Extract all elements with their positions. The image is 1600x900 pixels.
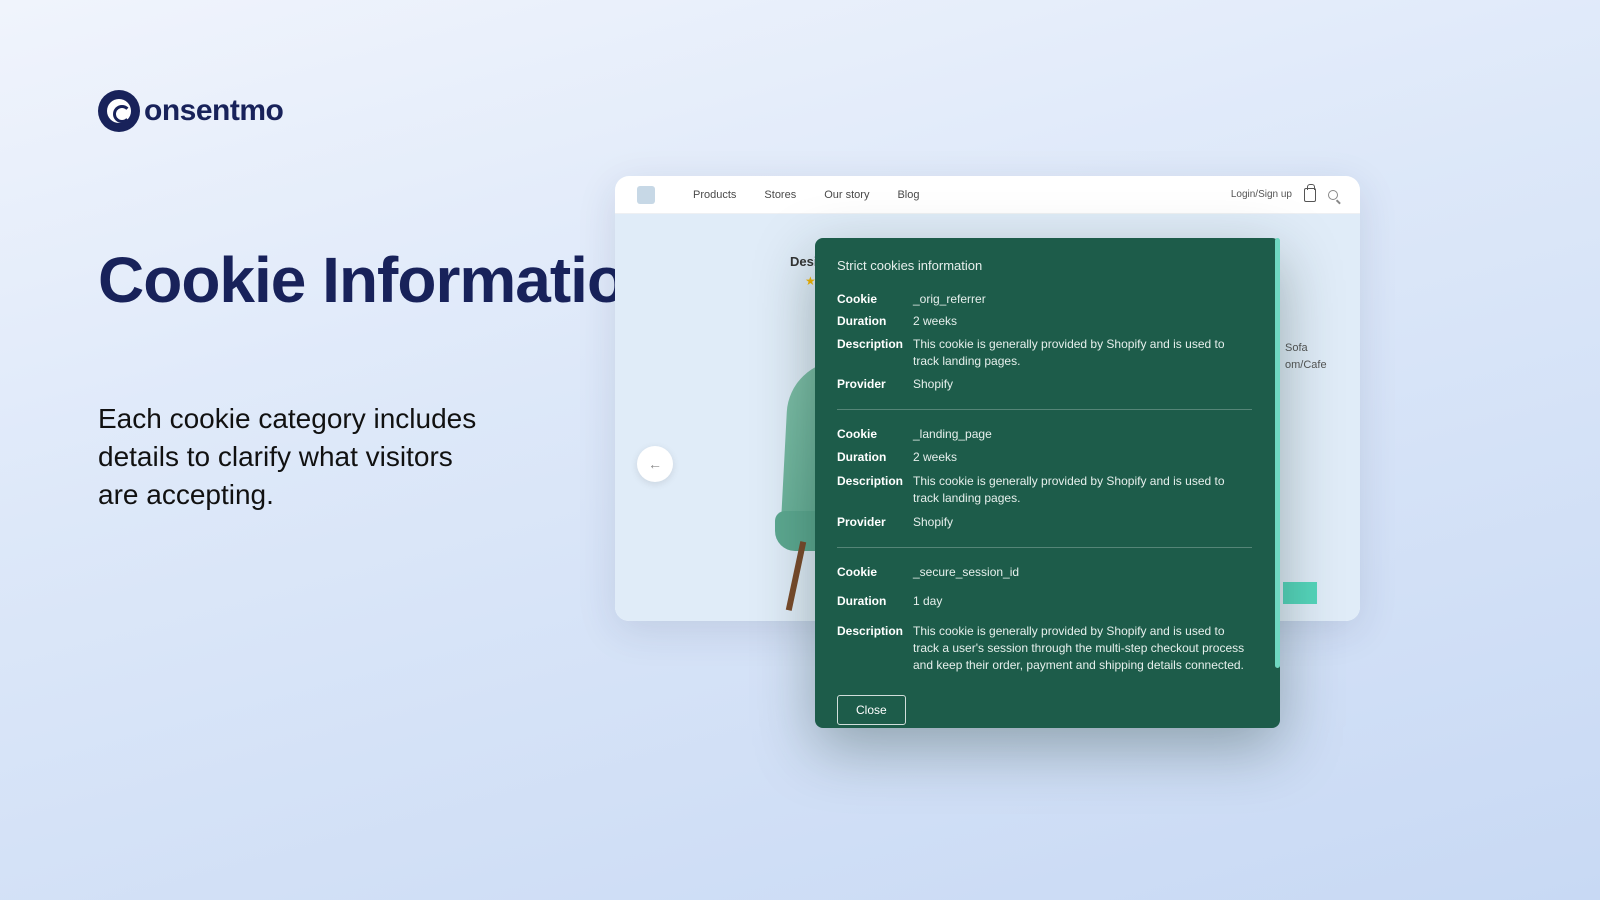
side-line2: om/Cafe [1285, 357, 1327, 374]
page-title: Cookie Information [98, 245, 663, 315]
nav-item-products[interactable]: Products [693, 189, 736, 201]
cookie-provider: Shopify [913, 514, 953, 531]
cookie-name: _landing_page [913, 426, 992, 443]
accent-block [1283, 582, 1317, 604]
cookie-entry: Cookie_orig_referrer Duration2 weeks Des… [837, 291, 1252, 393]
label-duration: Duration [837, 313, 913, 330]
label-cookie: Cookie [837, 564, 913, 581]
cookie-duration: 1 day [913, 593, 942, 610]
cookie-name: _orig_referrer [913, 291, 986, 308]
label-description: Description [837, 623, 913, 675]
cookie-info-modal: Strict cookies information Cookie_orig_r… [815, 238, 1280, 728]
nav-item-stores[interactable]: Stores [764, 189, 796, 201]
divider [837, 547, 1252, 548]
cookie-description: This cookie is generally provided by Sho… [913, 623, 1252, 675]
cookie-duration: 2 weeks [913, 449, 957, 466]
cookie-description: This cookie is generally provided by Sho… [913, 473, 1252, 508]
logo-mark-icon [98, 90, 140, 132]
label-description: Description [837, 336, 913, 371]
side-line1: Sofa [1285, 340, 1327, 357]
storefront-nav: Products Stores Our story Blog Login/Sig… [615, 176, 1360, 214]
close-button[interactable]: Close [837, 695, 906, 725]
nav-item-ourstory[interactable]: Our story [824, 189, 869, 201]
store-logo-icon [637, 186, 655, 204]
login-link[interactable]: Login/Sign up [1231, 189, 1292, 200]
sidebar-text: Sofa om/Cafe [1285, 340, 1327, 373]
brand-logo: onsentmo [98, 90, 283, 132]
cookie-name: _secure_session_id [913, 564, 1019, 581]
cookie-description: This cookie is generally provided by Sho… [913, 336, 1252, 371]
search-icon[interactable] [1328, 190, 1338, 200]
page-subtitle: Each cookie category includes details to… [98, 400, 478, 513]
label-description: Description [837, 473, 913, 508]
modal-title: Strict cookies information [837, 258, 1266, 273]
cart-icon[interactable] [1304, 188, 1316, 202]
scrollbar[interactable] [1275, 238, 1280, 668]
cookie-duration: 2 weeks [913, 313, 957, 330]
label-provider: Provider [837, 376, 913, 393]
divider [837, 409, 1252, 410]
cookie-entry: Cookie_secure_session_id Duration1 day D… [837, 564, 1252, 683]
label-duration: Duration [837, 449, 913, 466]
nav-item-blog[interactable]: Blog [897, 189, 919, 201]
cookie-entry: Cookie_landing_page Duration2 weeks Desc… [837, 426, 1252, 531]
label-cookie: Cookie [837, 426, 913, 443]
modal-body: Cookie_orig_referrer Duration2 weeks Des… [837, 291, 1266, 683]
cookie-provider: Shopify [913, 376, 953, 393]
label-duration: Duration [837, 593, 913, 610]
carousel-prev-button[interactable]: ← [637, 446, 673, 482]
brand-name: onsentmo [144, 94, 283, 128]
label-cookie: Cookie [837, 291, 913, 308]
label-provider: Provider [837, 514, 913, 531]
